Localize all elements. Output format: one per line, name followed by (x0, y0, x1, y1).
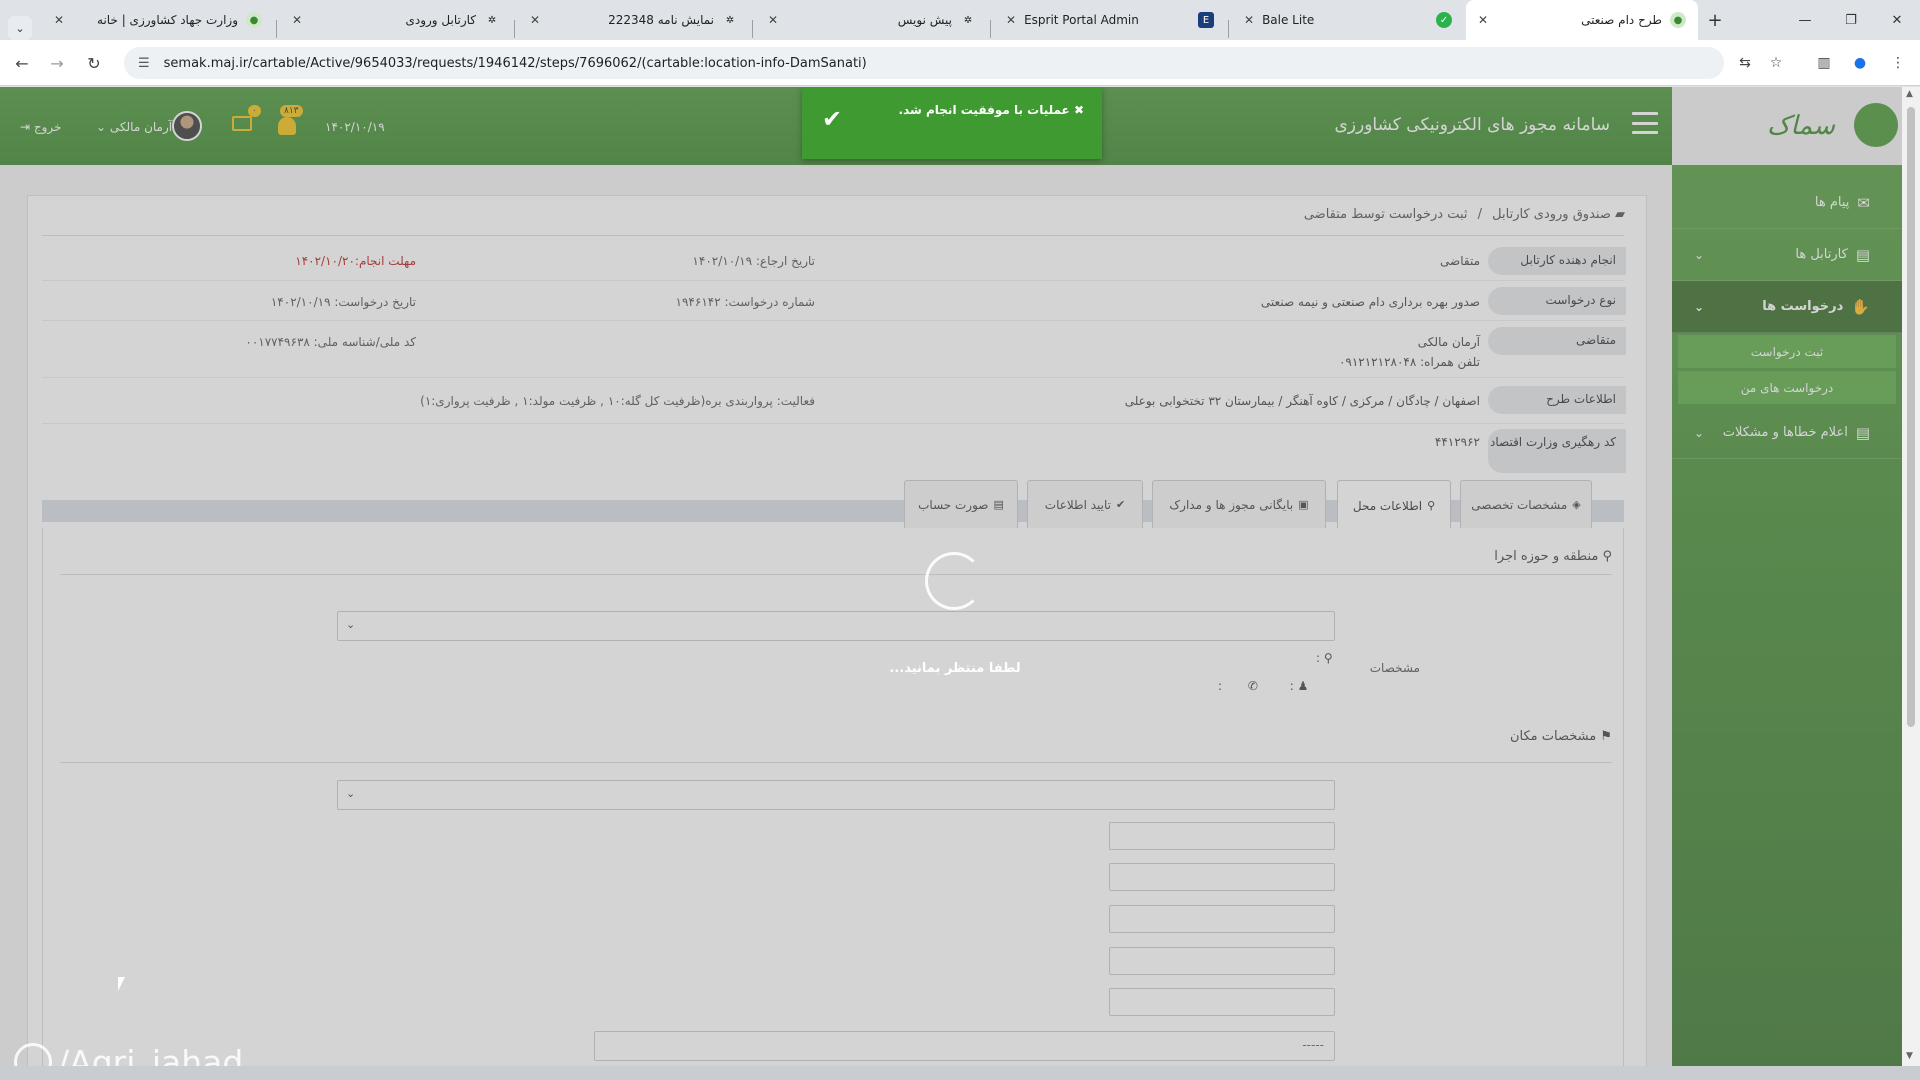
tab-title: Bale Lite (1262, 13, 1315, 27)
browser-tab[interactable]: ● وزارت جهاد کشاورزی | خانه ✕ (42, 0, 274, 40)
translate-icon[interactable]: ⇆ (1733, 51, 1757, 75)
bale-favicon-icon: ✓ (1436, 12, 1452, 28)
browser-tab[interactable]: ✓ Bale Lite ✕ (1232, 0, 1464, 40)
address-toolbar: ← → ↻ ☰ semak.maj.ir/cartable/Active/965… (0, 40, 1920, 86)
close-icon[interactable]: ✕ (54, 13, 64, 27)
app-favicon-icon: ✲ (725, 14, 735, 26)
restore-icon[interactable]: ❐ (1828, 0, 1874, 40)
page-scrollbar[interactable]: ▲ ▼ (1902, 87, 1920, 1066)
tab-title: نمایش نامه 222348 (608, 13, 714, 27)
watermark-text: /Agri_jahad (58, 1042, 244, 1067)
tab-separator (990, 20, 991, 38)
ministry-favicon-icon: ● (1670, 12, 1686, 28)
url-text: semak.maj.ir/cartable/Active/9654033/req… (163, 55, 867, 71)
close-icon[interactable]: ✕ (1006, 13, 1016, 27)
browser-tab[interactable]: E Esprit Portal Admin ✕ (994, 0, 1226, 40)
browser-menu-icon[interactable]: ⋮ (1886, 51, 1910, 75)
tab-separator (276, 20, 277, 38)
close-icon[interactable]: ✖ (1074, 103, 1084, 117)
esprit-favicon-icon: E (1198, 12, 1214, 28)
tab-title: طرح دام صنعتی (1581, 13, 1662, 27)
close-icon[interactable]: ✕ (292, 13, 302, 27)
url-bar[interactable]: ☰ semak.maj.ir/cartable/Active/9654033/r… (124, 47, 1724, 79)
bookmark-star-icon[interactable]: ☆ (1764, 51, 1788, 75)
close-icon[interactable]: ✕ (530, 13, 540, 27)
new-tab-icon[interactable]: + (1703, 0, 1727, 40)
tab-title: Esprit Portal Admin (1024, 13, 1139, 27)
tab-search-chevron-icon[interactable]: ⌄ (8, 16, 32, 40)
scroll-down-icon[interactable]: ▼ (1906, 1051, 1913, 1061)
tab-separator (752, 20, 753, 38)
watermark: /Agri_jahad (14, 1040, 243, 1066)
reload-icon[interactable]: ↻ (82, 51, 106, 75)
ministry-favicon-icon: ● (246, 12, 262, 28)
web-page: سامانه مجوز های الکترونیکی کشاورزی ۱۴۰۲/… (0, 87, 1902, 1066)
app-favicon-icon: ✲ (963, 14, 973, 26)
profile-icon[interactable]: ● (1848, 51, 1872, 75)
browser-tab[interactable]: ✲ کارتابل ورودی ✕ (280, 0, 512, 40)
browser-tab-active[interactable]: ● طرح دام صنعتی ✕ (1466, 0, 1698, 40)
success-toast: ✔ ✖ عملیات با موفقیت انجام شد. (802, 87, 1102, 159)
tab-title: وزارت جهاد کشاورزی | خانه (97, 13, 238, 27)
browser-tab[interactable]: ✲ نمایش نامه 222348 ✕ (518, 0, 750, 40)
app-favicon-icon: ✲ (487, 14, 497, 26)
close-window-icon[interactable]: ✕ (1874, 0, 1920, 40)
close-icon[interactable]: ✕ (768, 13, 778, 27)
side-panel-icon[interactable]: ▥ (1812, 51, 1836, 75)
tab-title: کارتابل ورودی (405, 13, 476, 27)
checkmark-icon: ✔ (821, 105, 843, 133)
tab-separator (1228, 20, 1229, 38)
mouse-cursor-icon (118, 977, 125, 991)
loading-text: لطفا منتظر بمانید... (889, 661, 1021, 676)
loading-spinner-icon (925, 552, 983, 610)
browser-tab-bar: ⌄ ● وزارت جهاد کشاورزی | خانه ✕ ✲ کارتاب… (0, 0, 1920, 40)
close-icon[interactable]: ✕ (1478, 13, 1488, 27)
scroll-up-icon[interactable]: ▲ (1906, 89, 1913, 99)
minimize-icon[interactable]: — (1782, 0, 1828, 40)
forward-icon[interactable]: → (45, 51, 69, 75)
tab-title: پیش نویس (897, 13, 952, 27)
close-icon[interactable]: ✕ (1244, 13, 1254, 27)
browser-tab[interactable]: ✲ پیش نویس ✕ (756, 0, 988, 40)
toast-message: ✖ عملیات با موفقیت انجام شد. (862, 103, 1084, 117)
scrollbar-thumb[interactable] (1907, 107, 1915, 727)
status-bar (0, 1066, 1920, 1080)
toast-message-text: عملیات با موفقیت انجام شد. (898, 103, 1070, 117)
back-icon[interactable]: ← (10, 51, 34, 75)
site-info-icon[interactable]: ☰ (138, 56, 150, 71)
tab-separator (514, 20, 515, 38)
reel-icon (14, 1043, 52, 1066)
